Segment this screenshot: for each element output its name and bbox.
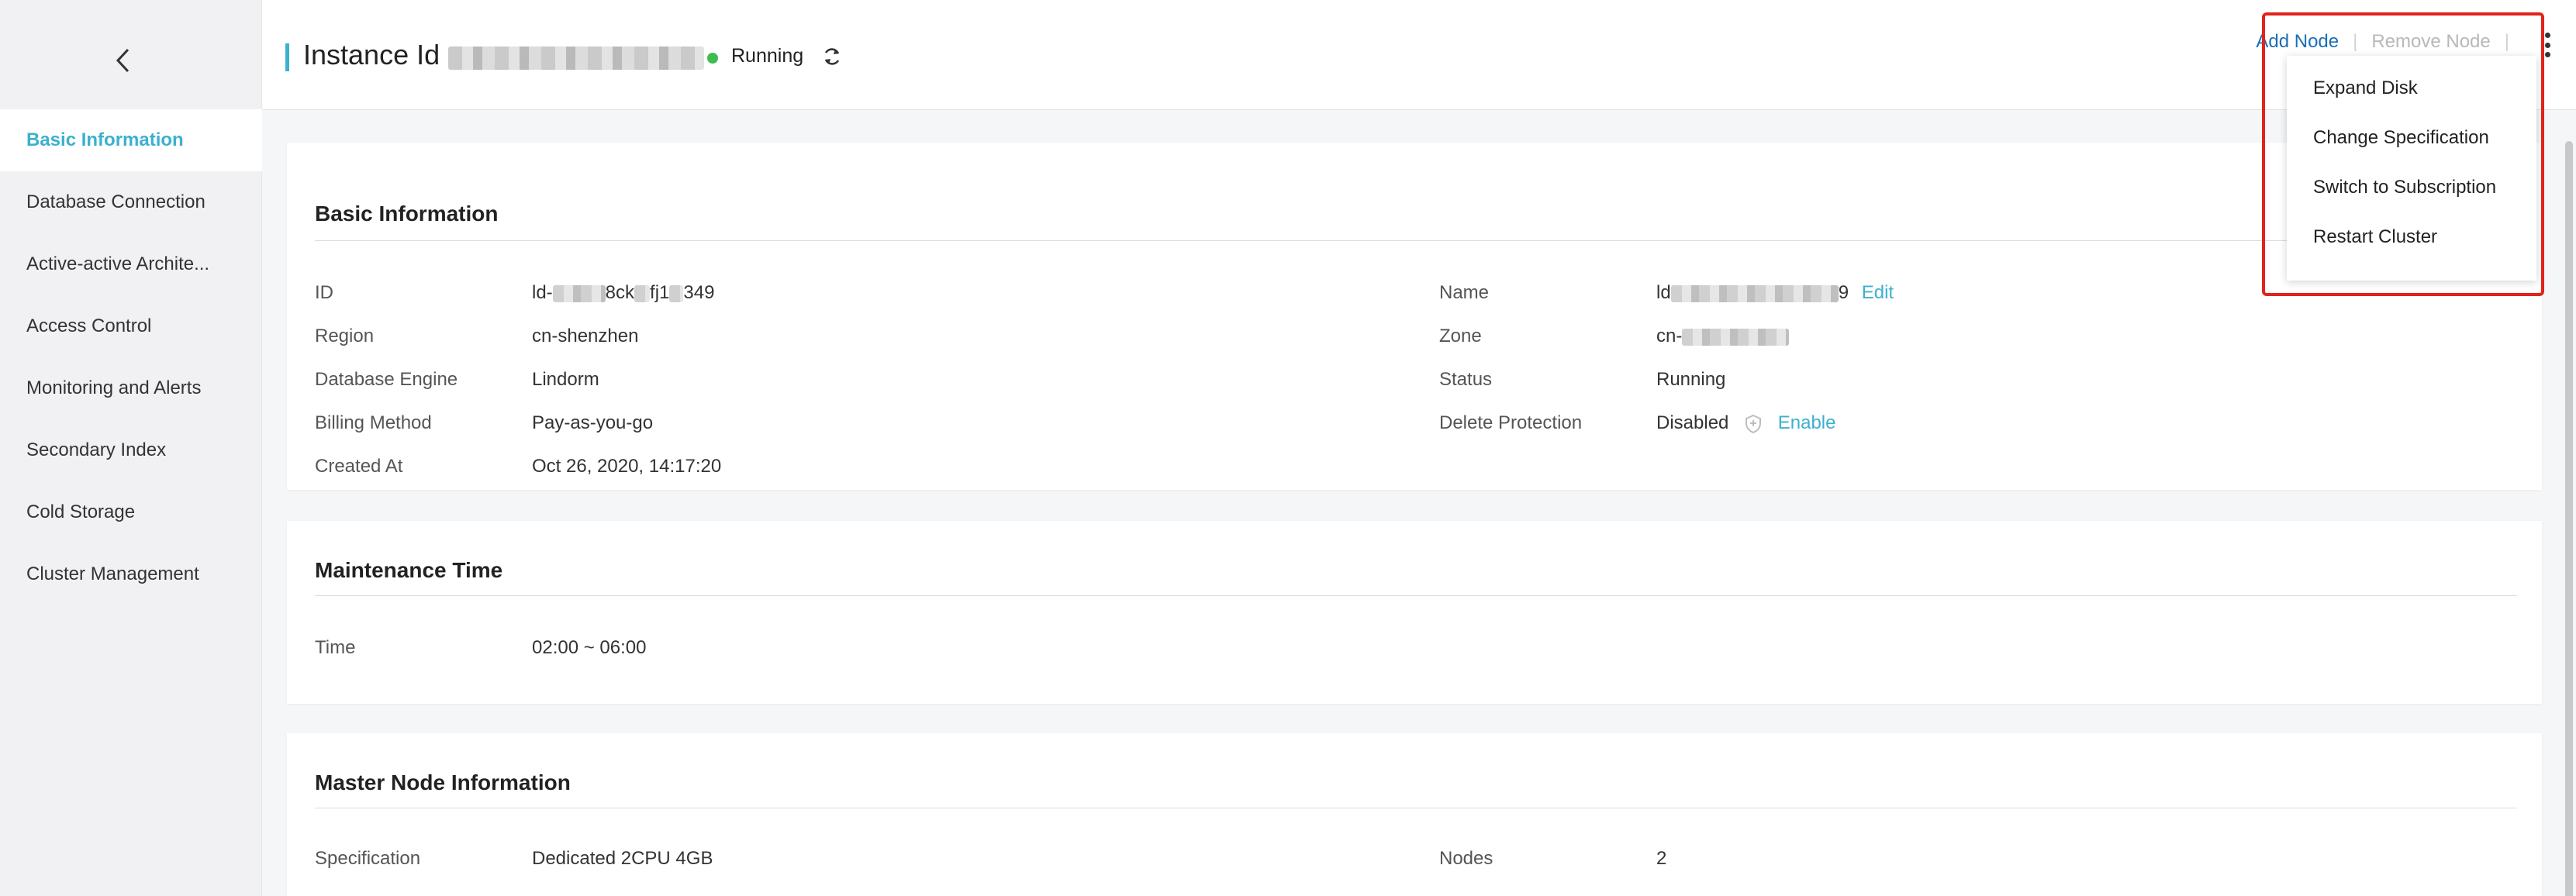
basic-information-card: Basic Information ID ld- 8ck fj1 349 Region… xyxy=(287,143,2542,490)
sidebar: Basic Information Database Connection Ac… xyxy=(0,0,262,896)
sidebar-item-database-connection[interactable]: Database Connection xyxy=(0,171,262,233)
card-divider xyxy=(315,240,2517,241)
masked-text xyxy=(669,284,684,302)
shield-icon xyxy=(1746,414,1762,433)
name-suffix: 9 xyxy=(1838,282,1849,303)
card-divider xyxy=(315,595,2517,596)
masked-text xyxy=(1670,284,1839,302)
vertical-scrollbar[interactable] xyxy=(2565,141,2573,896)
more-dot xyxy=(2544,52,2550,57)
more-actions-button[interactable] xyxy=(2542,31,2553,59)
field-label: Time xyxy=(315,637,356,658)
maintenance-time-card: Maintenance Time Time 02:00 ~ 06:00 xyxy=(287,521,2542,704)
main-content: Basic Information ID ld- 8ck fj1 349 Region… xyxy=(262,110,2576,896)
card-title: Master Node Information xyxy=(315,770,571,794)
name-prefix: ld xyxy=(1656,282,1671,303)
field-label: Specification xyxy=(315,848,421,869)
add-node-button[interactable]: Add Node xyxy=(2256,31,2339,53)
instance-status: Running xyxy=(731,45,804,67)
refresh-icon xyxy=(824,48,840,65)
chevron-left-icon xyxy=(116,48,129,73)
delete-protection-value: Disabled Enable xyxy=(1656,412,1835,434)
maintenance-time-value: 02:00 ~ 06:00 xyxy=(532,637,647,658)
menu-item-change-specification[interactable]: Change Specification xyxy=(2287,113,2536,163)
title-accent-bar xyxy=(285,43,289,71)
remove-node-button[interactable]: Remove Node xyxy=(2371,31,2490,53)
card-title: Maintenance Time xyxy=(315,558,503,582)
sidebar-item-monitoring-and-alerts[interactable]: Monitoring and Alerts xyxy=(0,357,262,419)
page-title: Instance Id xyxy=(303,39,440,71)
masked-text xyxy=(552,284,606,302)
field-label: Name xyxy=(1439,282,1490,303)
masked-text xyxy=(634,284,651,302)
field-label: Created At xyxy=(315,456,403,477)
zone-prefix: cn- xyxy=(1656,326,1683,346)
back-button[interactable] xyxy=(101,39,144,82)
field-label: Database Engine xyxy=(315,369,458,390)
zone-value: cn- xyxy=(1656,326,1790,347)
refresh-button[interactable] xyxy=(819,43,845,70)
id-part: fj1 xyxy=(650,282,670,303)
status-running-dot xyxy=(707,53,718,64)
more-dot xyxy=(2544,42,2550,48)
sidebar-nav: Basic Information Database Connection Ac… xyxy=(0,109,262,605)
id-part: 8ck xyxy=(605,282,635,303)
field-label: Delete Protection xyxy=(1439,412,1583,433)
field-label: Region xyxy=(315,326,375,346)
field-label: Billing Method xyxy=(315,412,432,433)
header-actions: Add Node | Remove Node | xyxy=(2256,31,2523,53)
name-value: ld 9 Edit xyxy=(1656,282,1894,304)
delete-protection-state: Disabled xyxy=(1656,412,1729,433)
more-actions-dropdown: Expand Disk Change Specification Switch … xyxy=(2287,56,2536,281)
action-separator: | xyxy=(2353,31,2358,52)
status-value: Running xyxy=(1656,369,1726,390)
sidebar-item-cluster-management[interactable]: Cluster Management xyxy=(0,543,262,605)
id-part: ld- xyxy=(532,282,553,303)
enable-protection-link[interactable]: Enable xyxy=(1778,412,1836,433)
more-dots-icon xyxy=(2544,33,2550,38)
master-node-card: Master Node Information Specification De… xyxy=(287,733,2542,896)
nodes-value: 2 xyxy=(1656,848,1667,869)
id-part: 349 xyxy=(683,282,715,303)
database-engine-value: Lindorm xyxy=(532,369,599,390)
field-label: ID xyxy=(315,282,333,303)
sidebar-item-access-control[interactable]: Access Control xyxy=(0,295,262,357)
billing-method-value: Pay-as-you-go xyxy=(532,412,654,433)
sidebar-item-cold-storage[interactable]: Cold Storage xyxy=(0,481,262,543)
masked-instance-id xyxy=(448,47,704,70)
instance-id-value: ld- 8ck fj1 349 xyxy=(532,282,714,304)
field-label: Zone xyxy=(1439,326,1482,346)
page-header: Instance Id Running Add Node | Remove No… xyxy=(262,0,2576,110)
card-title: Basic Information xyxy=(315,202,499,226)
action-separator: | xyxy=(2504,31,2509,52)
menu-item-expand-disk[interactable]: Expand Disk xyxy=(2287,64,2536,113)
sidebar-item-secondary-index[interactable]: Secondary Index xyxy=(0,419,262,481)
menu-item-switch-to-subscription[interactable]: Switch to Subscription xyxy=(2287,163,2536,212)
field-label: Status xyxy=(1439,369,1493,390)
masked-text xyxy=(1682,328,1790,346)
created-at-value: Oct 26, 2020, 14:17:20 xyxy=(532,456,722,477)
field-label: Nodes xyxy=(1439,848,1493,869)
menu-item-restart-cluster[interactable]: Restart Cluster xyxy=(2287,212,2536,262)
sidebar-item-basic-information[interactable]: Basic Information xyxy=(0,109,262,171)
specification-value: Dedicated 2CPU 4GB xyxy=(532,848,713,869)
edit-name-link[interactable]: Edit xyxy=(1862,282,1894,303)
sidebar-item-active-active-architecture[interactable]: Active-active Archite... xyxy=(0,233,262,295)
region-value: cn-shenzhen xyxy=(532,326,639,346)
